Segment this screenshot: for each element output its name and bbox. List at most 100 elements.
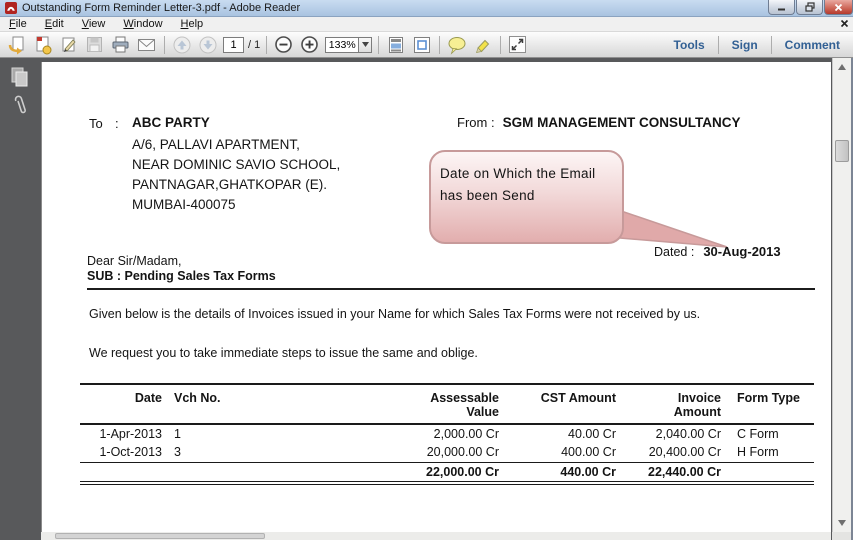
cell-assessable: 2,000.00 Cr: [433, 427, 499, 441]
save-disk-icon: [87, 37, 102, 52]
adobe-reader-window: Outstanding Form Reminder Letter-3.pdf -…: [0, 0, 853, 540]
callout-line-1: Date on Which the Email: [440, 166, 596, 181]
body-paragraph-2: We request you to take immediate steps t…: [89, 346, 478, 360]
zoom-dropdown-button[interactable]: [359, 36, 373, 53]
header-invoice-amount: Invoice Amount: [673, 391, 721, 419]
open-file-icon: [8, 36, 23, 54]
fit-page-button[interactable]: [411, 34, 432, 55]
horizontal-scrollbar[interactable]: [41, 532, 831, 540]
zoom-in-icon: [301, 36, 319, 53]
printer-icon: [112, 36, 129, 53]
highlight-text-button[interactable]: [472, 34, 493, 55]
chevron-down-icon: [361, 42, 369, 47]
highlighter-icon: [475, 39, 489, 53]
arrow-up-icon: [173, 36, 190, 53]
menu-view[interactable]: View: [73, 17, 115, 32]
horizontal-scroll-thumb[interactable]: [55, 533, 265, 539]
cell-form-type: C Form: [737, 427, 779, 441]
toolbar-separator: [164, 35, 165, 54]
cell-date: 1-Apr-2013: [99, 427, 162, 441]
sender-name: SGM MANAGEMENT CONSULTANCY: [502, 115, 741, 130]
header-form-type: Form Type: [737, 391, 800, 405]
cell-cst: 40.00 Cr: [568, 427, 616, 441]
sign-panel-button[interactable]: Sign: [719, 38, 771, 52]
email-button[interactable]: [136, 34, 157, 55]
menu-edit[interactable]: Edit: [36, 17, 73, 32]
table-totals-row: 22,000.00 Cr 440.00 Cr 22,440.00 Cr: [80, 462, 814, 483]
restore-button[interactable]: [796, 0, 823, 15]
scrollbar-corner: [832, 532, 851, 540]
address-line: NEAR DOMINIC SAVIO SCHOOL,: [132, 157, 341, 172]
add-comment-button[interactable]: [446, 34, 467, 55]
toolbar-separator: [439, 35, 441, 54]
header-cst-amount: CST Amount: [540, 391, 616, 405]
open-file-button[interactable]: [6, 34, 27, 55]
zoom-out-icon: [275, 36, 293, 53]
fit-page-icon: [413, 36, 430, 53]
menu-window[interactable]: Window: [114, 17, 171, 32]
toolbar-separator: [378, 35, 380, 54]
tools-panel-button[interactable]: Tools: [661, 38, 718, 52]
callout-text: Date on Which the Email has been Send: [440, 163, 595, 207]
attachments-paperclip-icon[interactable]: [12, 94, 30, 120]
window-title: Outstanding Form Reminder Letter-3.pdf -…: [22, 2, 301, 14]
to-colon: :: [115, 116, 119, 131]
dated-value: 30-Aug-2013: [703, 244, 781, 259]
sign-document-button[interactable]: [58, 34, 79, 55]
page-number-input[interactable]: 1: [223, 36, 244, 53]
next-page-button[interactable]: [197, 34, 218, 55]
previous-page-button[interactable]: [171, 34, 192, 55]
toolbar-separator: [266, 35, 268, 54]
menu-help[interactable]: Help: [172, 17, 213, 32]
subject-line: SUB : Pending Sales Tax Forms: [87, 269, 276, 283]
vertical-scroll-thumb[interactable]: [835, 140, 849, 162]
address-line: MUMBAI-400075: [132, 197, 236, 212]
recipient-name: ABC PARTY: [132, 115, 210, 130]
document-close-icon[interactable]: [840, 19, 849, 28]
dated-row: Dated : 30-Aug-2013: [654, 244, 781, 259]
recipient-address: A/6, PALLAVI APARTMENT, NEAR DOMINIC SAV…: [132, 135, 340, 215]
close-button[interactable]: [824, 0, 853, 15]
table-header-row: Date Vch No. Assessable Value CST Amount…: [80, 384, 814, 424]
to-label: To: [89, 116, 103, 131]
menu-file[interactable]: File: [0, 17, 36, 32]
dated-label: Dated :: [654, 245, 695, 259]
cell-invoice: 2,040.00 Cr: [655, 427, 721, 441]
invoice-table: Date Vch No. Assessable Value CST Amount…: [80, 383, 814, 485]
zoom-level-input[interactable]: 133%: [325, 36, 360, 53]
document-pane: To : ABC PARTY A/6, PALLAVI APARTMENT, N…: [0, 58, 853, 540]
total-cst: 440.00 Cr: [560, 464, 616, 479]
zoom-in-button[interactable]: [299, 34, 320, 55]
print-button[interactable]: [110, 34, 131, 55]
create-pdf-button[interactable]: [32, 34, 53, 55]
scroll-down-icon[interactable]: [837, 518, 847, 528]
zoom-out-button[interactable]: [273, 34, 294, 55]
minimize-button[interactable]: [768, 0, 795, 15]
address-line: A/6, PALLAVI APARTMENT,: [132, 137, 300, 152]
total-assessable: 22,000.00 Cr: [426, 464, 499, 479]
page-count-label: / 1: [248, 38, 261, 51]
save-button[interactable]: [84, 34, 105, 55]
pen-edit-icon: [62, 37, 76, 52]
restore-icon: [804, 2, 815, 12]
comment-panel-button[interactable]: Comment: [772, 38, 853, 52]
cell-form-type: H Form: [737, 445, 779, 460]
cell-invoice: 20,400.00 Cr: [648, 445, 721, 460]
fullscreen-button[interactable]: [507, 34, 528, 55]
from-row: From : SGM MANAGEMENT CONSULTANCY: [457, 115, 741, 130]
scroll-up-icon[interactable]: [837, 62, 847, 72]
navigation-sidebar: [0, 58, 40, 540]
page-thumbnails-icon[interactable]: [10, 66, 30, 88]
close-icon: [834, 3, 843, 11]
scrolling-mode-button[interactable]: [385, 34, 406, 55]
table-row: 1-Apr-2013 1 2,000.00 Cr 40.00 Cr 2,040.…: [80, 424, 814, 443]
menu-bar: File Edit View Window Help: [0, 17, 853, 32]
vertical-scrollbar[interactable]: [832, 58, 851, 532]
header-date: Date: [134, 391, 162, 405]
toolbar: 1 / 1 133% Tools Sign Comment: [0, 32, 853, 58]
create-pdf-icon: [36, 36, 51, 54]
cell-assessable: 20,000.00 Cr: [426, 445, 499, 460]
speech-bubble-icon: [448, 36, 466, 55]
scrolling-mode-icon: [388, 36, 403, 53]
fullscreen-arrows-icon: [509, 36, 527, 53]
